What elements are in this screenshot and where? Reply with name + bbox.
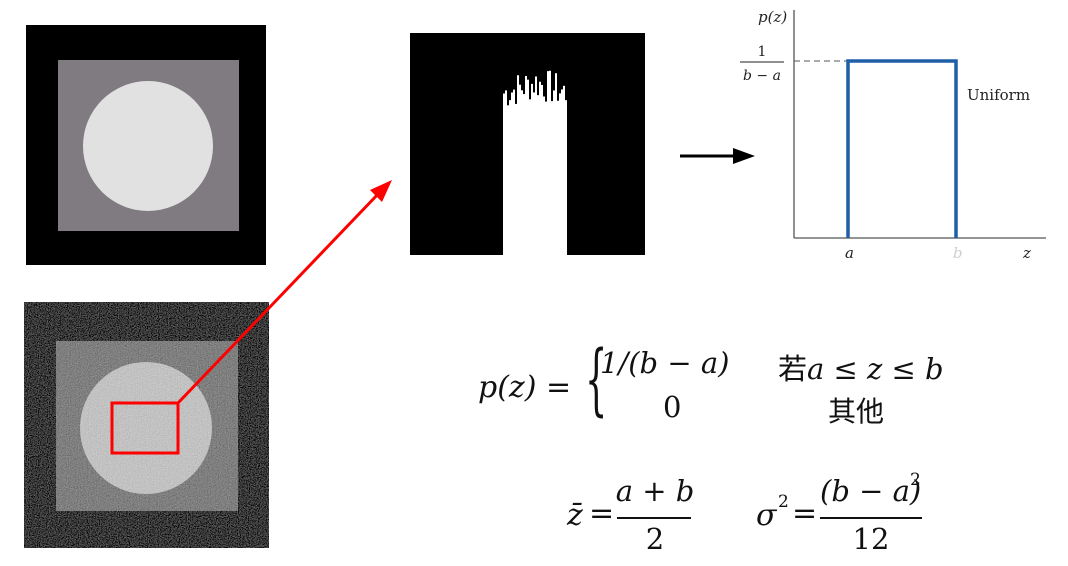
tick-a: a (845, 244, 854, 262)
variance-numerator-sup: 2 (910, 470, 921, 490)
pdf-lhs: p(z) = (478, 370, 572, 405)
variance-denominator: 12 (852, 522, 890, 556)
mean-eq: = (589, 496, 615, 531)
mean-fraction-line (617, 517, 691, 519)
pdf-formula: p(z) = { 1/(b − a) 若a ≤ z ≤ b 0 其他 (478, 340, 978, 432)
variance-lhs-sup: 2 (778, 492, 789, 512)
variance-lhs: σ (756, 498, 777, 533)
noisy-test-image (24, 302, 269, 548)
light-circle (83, 81, 213, 211)
level-numerator: 1 (758, 44, 767, 60)
case1-condition: 若a ≤ z ≤ b (778, 352, 944, 386)
curve-label: Uniform (967, 86, 1030, 104)
y-axis-label: p(z) (758, 8, 787, 26)
mean-formula: z̄ = a + b 2 (565, 470, 705, 560)
tick-b: b (953, 244, 963, 262)
variance-numerator: (b − a) (820, 474, 922, 508)
uniform-pdf-plot: p(z) 1 b − a Uniform a b z (740, 8, 1046, 262)
case2-condition: 其他 (828, 395, 885, 428)
variance-fraction-line (820, 517, 922, 519)
mean-numerator: a + b (615, 474, 695, 508)
mean-lhs: z̄ (567, 498, 583, 533)
case2-value: 0 (663, 390, 682, 424)
mean-denominator: 2 (645, 522, 665, 556)
uniform-curve (846, 59, 958, 238)
variance-formula: σ 2 = (b − a) 2 12 (752, 470, 942, 560)
variance-eq: = (792, 496, 818, 531)
case1-value: 1/(b − a) (600, 346, 730, 380)
x-axis-label: z (1022, 244, 1031, 262)
level-denominator: b − a (743, 68, 781, 84)
histogram-image (410, 33, 645, 255)
clean-test-image (26, 25, 266, 265)
